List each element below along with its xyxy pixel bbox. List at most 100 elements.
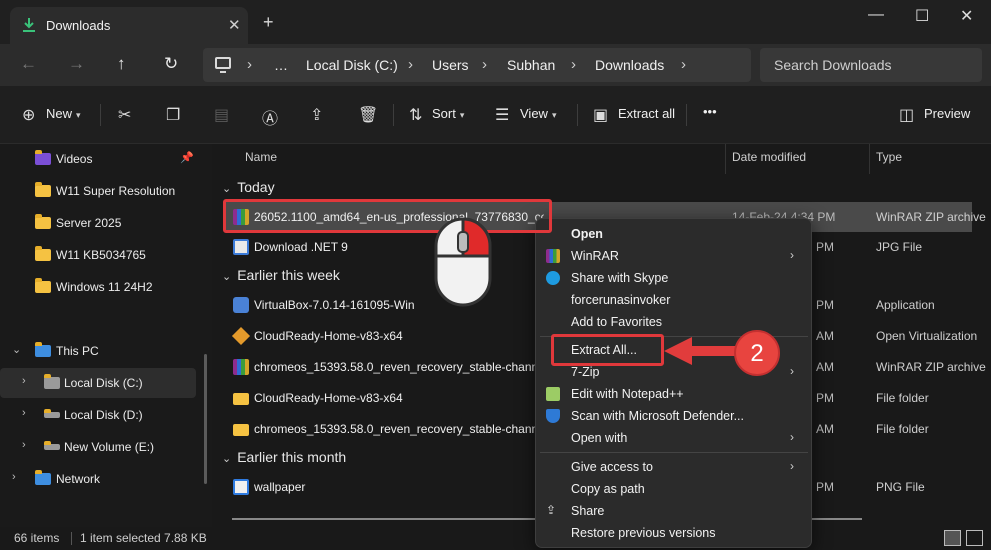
view-button[interactable]: View ▾ bbox=[520, 106, 556, 121]
group-header-earlier-this-week[interactable]: ⌄ Earlier this week bbox=[222, 267, 340, 283]
group-header-earlier-this-month[interactable]: ⌄ Earlier this month bbox=[222, 449, 346, 465]
column-header-name[interactable]: Name bbox=[245, 150, 277, 164]
divider bbox=[686, 104, 687, 126]
sidebar-item-w11-kb5034765[interactable]: W11 KB5034765 bbox=[0, 240, 196, 270]
pin-icon[interactable]: 📌 bbox=[180, 151, 194, 164]
menu-item-scan-defender[interactable]: Scan with Microsoft Defender... bbox=[536, 405, 811, 427]
breadcrumb-more[interactable]: … bbox=[274, 57, 288, 73]
menu-item-label: Give access to bbox=[571, 460, 653, 474]
selection-info: 1 item selected 7.88 KB bbox=[80, 531, 207, 545]
sidebar-item-server-2025[interactable]: Server 2025 bbox=[0, 208, 196, 238]
sidebar-item-label: This PC bbox=[56, 344, 99, 358]
sidebar-item-network[interactable]: › Network bbox=[0, 464, 196, 494]
chevron-right-icon: › bbox=[790, 248, 794, 262]
sort-button[interactable]: Sort ▾ bbox=[432, 106, 464, 121]
sidebar-item-windows-11-24h2[interactable]: Windows 11 24H2 bbox=[0, 272, 196, 302]
search-input[interactable]: Search Downloads bbox=[774, 57, 892, 73]
chevron-right-icon[interactable]: › bbox=[12, 471, 16, 483]
menu-item-edit-with-notepad[interactable]: Edit with Notepad++ bbox=[536, 383, 811, 405]
menu-item-label: Share bbox=[571, 504, 605, 518]
chevron-right-icon[interactable]: › bbox=[22, 375, 26, 387]
up-button[interactable]: ↑ bbox=[117, 54, 126, 74]
file-name: VirtualBox-7.0.14-161095-Win bbox=[254, 298, 415, 312]
close-window-button[interactable]: ✕ bbox=[960, 6, 973, 26]
application-icon bbox=[233, 297, 249, 313]
chevron-right-icon: › bbox=[247, 56, 252, 73]
divider bbox=[725, 144, 726, 174]
breadcrumb-local-disk[interactable]: Local Disk (C:) bbox=[306, 57, 398, 73]
menu-item-label: Restore previous versions bbox=[571, 526, 716, 540]
details-view-icon[interactable] bbox=[944, 530, 961, 546]
drive-icon bbox=[44, 441, 60, 450]
step-number: 2 bbox=[750, 340, 764, 367]
menu-item-label: Edit with Notepad++ bbox=[571, 387, 684, 401]
divider bbox=[393, 104, 394, 126]
chevron-down-icon: ⌄ bbox=[222, 183, 232, 195]
new-tab-button[interactable]: + bbox=[263, 12, 274, 33]
menu-item-share[interactable]: ⇪ Share bbox=[536, 500, 811, 522]
rename-icon[interactable]: Ⓐ bbox=[262, 105, 278, 129]
sidebar-item-this-pc[interactable]: ⌄ This PC bbox=[0, 336, 196, 366]
divider bbox=[869, 144, 870, 174]
maximize-button[interactable]: ☐ bbox=[915, 6, 929, 26]
new-button[interactable]: New ▾ bbox=[46, 106, 81, 121]
title-bar: Downloads ✕ + — ☐ ✕ bbox=[0, 0, 991, 44]
folder-icon bbox=[233, 424, 249, 436]
menu-item-copy-as-path[interactable]: Copy as path bbox=[536, 478, 811, 500]
file-date: PM bbox=[816, 480, 834, 494]
address-bar[interactable]: › … Local Disk (C:) › Users › Subhan › D… bbox=[203, 48, 751, 82]
menu-item-winrar[interactable]: WinRAR › bbox=[536, 245, 811, 267]
close-tab-icon[interactable]: ✕ bbox=[228, 16, 241, 34]
sidebar-scrollbar[interactable] bbox=[204, 354, 207, 484]
menu-item-restore-previous-versions[interactable]: Restore previous versions bbox=[536, 522, 811, 544]
menu-item-open-with[interactable]: Open with › bbox=[536, 427, 811, 449]
preview-button[interactable]: Preview bbox=[924, 106, 970, 121]
divider bbox=[577, 104, 578, 126]
preview-pane-icon: ◫ bbox=[899, 107, 915, 124]
breadcrumb-downloads[interactable]: Downloads bbox=[595, 57, 664, 73]
sidebar-item-w11-super-resolution[interactable]: W11 Super Resolution bbox=[0, 176, 196, 206]
sort-icon: ⇅ bbox=[409, 107, 423, 124]
tab-downloads[interactable]: Downloads ✕ bbox=[10, 7, 248, 44]
menu-item-give-access-to[interactable]: Give access to › bbox=[536, 456, 811, 478]
breadcrumb-users[interactable]: Users bbox=[432, 57, 469, 73]
network-icon bbox=[35, 470, 51, 485]
menu-item-open[interactable]: Open bbox=[536, 223, 811, 245]
folder-icon bbox=[233, 393, 249, 405]
sidebar-item-label: Videos bbox=[56, 152, 93, 166]
share-icon[interactable]: ⇪ bbox=[310, 105, 323, 125]
menu-item-share-with-skype[interactable]: Share with Skype bbox=[536, 267, 811, 289]
menu-item-add-to-favorites[interactable]: Add to Favorites bbox=[536, 311, 811, 333]
tiles-view-icon[interactable] bbox=[966, 530, 983, 546]
group-header-today[interactable]: ⌄ Today bbox=[222, 179, 275, 195]
more-options-button[interactable]: ••• bbox=[703, 104, 717, 119]
menu-item-label: Open bbox=[571, 227, 603, 241]
chevron-right-icon: › bbox=[571, 56, 576, 73]
copy-icon[interactable]: ❐ bbox=[166, 105, 180, 125]
file-type: Application bbox=[876, 298, 935, 312]
highlight-box-selected-file bbox=[223, 199, 552, 233]
chevron-right-icon[interactable]: › bbox=[22, 439, 26, 451]
sidebar-item-new-volume-e[interactable]: › New Volume (E:) bbox=[0, 432, 196, 462]
chevron-right-icon[interactable]: › bbox=[22, 407, 26, 419]
paste-icon[interactable]: ▤ bbox=[214, 105, 229, 125]
menu-item-forcerunasinvoker[interactable]: forcerunasinvoker bbox=[536, 289, 811, 311]
column-header-type[interactable]: Type bbox=[876, 150, 902, 164]
column-header-date-modified[interactable]: Date modified bbox=[732, 150, 806, 164]
delete-icon[interactable]: 🗑 bbox=[358, 105, 378, 125]
forward-button[interactable]: → bbox=[68, 54, 85, 74]
sidebar-item-local-disk-c[interactable]: › Local Disk (C:) bbox=[0, 368, 196, 398]
refresh-button[interactable]: ↻ bbox=[164, 54, 178, 74]
breadcrumb-subhan[interactable]: Subhan bbox=[507, 57, 555, 73]
extract-all-button[interactable]: Extract all bbox=[618, 106, 675, 121]
back-button[interactable]: ← bbox=[20, 54, 37, 74]
file-date: PM bbox=[816, 240, 834, 254]
minimize-button[interactable]: — bbox=[868, 6, 884, 24]
cut-icon[interactable]: ✂ bbox=[118, 105, 131, 125]
search-box[interactable]: Search Downloads bbox=[760, 48, 982, 82]
view-label: View bbox=[520, 106, 548, 121]
sidebar-item-videos[interactable]: Videos 📌 bbox=[0, 144, 196, 174]
chevron-down-icon[interactable]: ⌄ bbox=[12, 343, 21, 356]
sidebar-item-local-disk-d[interactable]: › Local Disk (D:) bbox=[0, 400, 196, 430]
status-bar: 66 items 1 item selected 7.88 KB bbox=[0, 527, 991, 550]
